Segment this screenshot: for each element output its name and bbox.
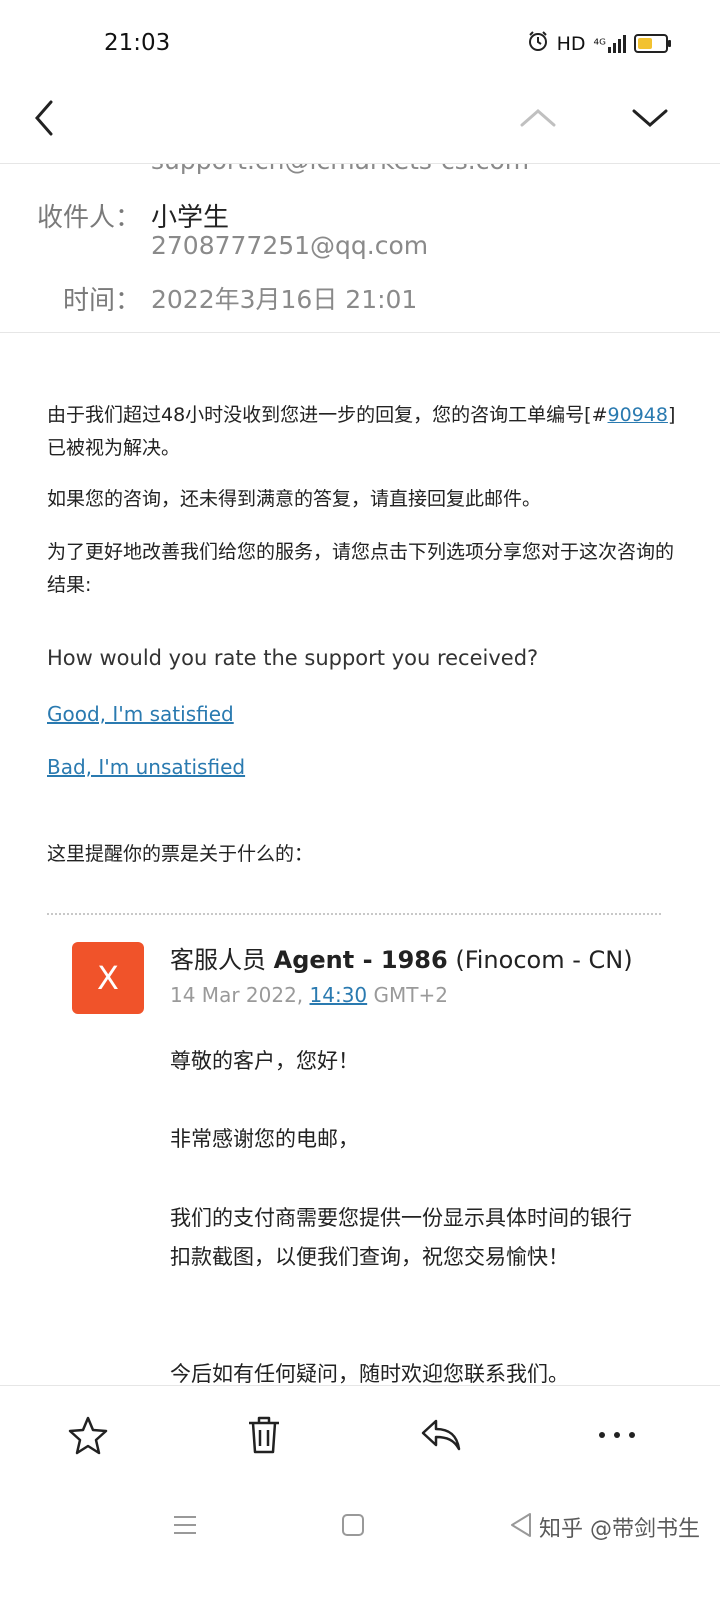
header-divider [0,332,720,333]
menu-icon [174,1516,196,1534]
more-options-button[interactable] [587,1405,647,1465]
status-icons: HD ⁴ᴳ [527,30,671,57]
system-menu-button[interactable] [160,1502,210,1548]
bad-rating-link[interactable]: Bad, I'm unsatisfied [47,755,245,779]
dotted-separator [47,913,661,915]
agent-header: 客服人员 Agent - 1986 (Finocom - CN) [170,946,633,974]
recipient-name: 小学生 [151,203,230,233]
from-row-clip: support.cn@icmarkets-cs.com [0,164,720,184]
chevron-up-icon [520,109,556,127]
message-closing: 今后如有任何疑问，随时欢迎您联系我们。 [170,1362,569,1385]
home-square-icon [342,1514,364,1536]
back-button[interactable] [14,88,74,148]
trash-icon [249,1416,279,1454]
back-triangle-icon [511,1513,531,1537]
alarm-icon [527,30,549,57]
ticket-link[interactable]: 90948 [608,404,668,426]
time-label: 时间： [63,286,142,316]
message-body: 我们的支付商需要您提供一份显示具体时间的银行扣款截图，以便我们查询，祝您交易愉快… [170,1206,632,1269]
agent-date-line: 14 Mar 2022, 14:30 GMT+2 [170,983,448,1007]
sent-time: 2022年3月16日 21:01 [151,285,418,314]
message-time-link[interactable]: 14:30 [310,983,368,1007]
from-email: support.cn@icmarkets-cs.com [151,164,529,175]
reply-icon [421,1419,461,1451]
previous-email-button[interactable] [508,88,568,148]
star-icon [68,1416,108,1455]
agent-avatar: X [72,942,144,1014]
system-home-button[interactable] [328,1502,378,1548]
signal-icon: ⁴ᴳ [594,34,626,53]
reply-instruction: 如果您的咨询，还未得到满意的答复，请直接回复此邮件。 [47,488,542,510]
reply-button[interactable] [411,1405,471,1465]
battery-icon [634,34,671,53]
watermark: 知乎 @带剑书生 [539,1517,700,1542]
good-rating-link[interactable]: Good, I'm satisfied [47,702,234,726]
delete-button[interactable] [234,1405,294,1465]
agent-company: (Finocom - CN) [455,946,633,974]
battery-level [638,38,652,49]
rating-question: How would you rate the support you recei… [47,646,539,670]
resolved-notice: 由于我们超过48小时没收到您进一步的回复，您的咨询工单编号[#90948] 已被… [47,404,676,459]
to-label: 收件人： [37,203,142,233]
star-button[interactable] [58,1405,118,1465]
ticket-reminder: 这里提醒你的票是关于什么的： [47,843,314,865]
more-dots-icon [599,1432,635,1438]
status-time: 21:03 [104,30,171,56]
chevron-left-icon [35,100,53,136]
message-thanks: 非常感谢您的电邮， [170,1127,359,1151]
next-email-button[interactable] [620,88,680,148]
message-greeting: 尊敬的客户，您好！ [170,1049,359,1073]
agent-name: Agent - 1986 [273,946,448,974]
chevron-down-icon [632,109,668,127]
recipient-email[interactable]: 2708777251@qq.com [151,231,428,260]
feedback-request: 为了更好地改善我们给您的服务，请您点击下列选项分享您对于这次咨询的结果: [47,541,675,596]
network-hd-label: HD [556,32,586,55]
